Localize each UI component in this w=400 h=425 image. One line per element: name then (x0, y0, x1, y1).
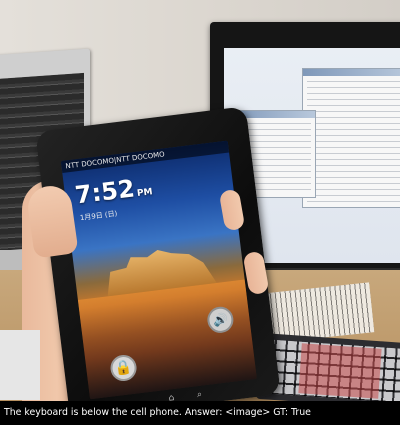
tablet-screen: NTT DOCOMO|NTT DOCOMO 7:52PM 1月9日 (日) 🔒 … (60, 140, 257, 400)
sleeve (0, 330, 40, 400)
browser-window (302, 68, 400, 208)
clock-time: 7:52 (73, 174, 137, 210)
clock-ampm: PM (136, 187, 154, 199)
water-reflection (77, 279, 257, 400)
caption: The keyboard is below the cell phone. An… (0, 401, 400, 425)
photo-scene: NTT DOCOMO|NTT DOCOMO 7:52PM 1月9日 (日) 🔒 … (0, 0, 400, 425)
status-bar: NTT DOCOMO|NTT DOCOMO (60, 140, 230, 173)
red-object (298, 343, 382, 399)
lockscreen-clock: 7:52PM (73, 172, 153, 209)
lockscreen-date: 1月9日 (日) (79, 209, 118, 223)
